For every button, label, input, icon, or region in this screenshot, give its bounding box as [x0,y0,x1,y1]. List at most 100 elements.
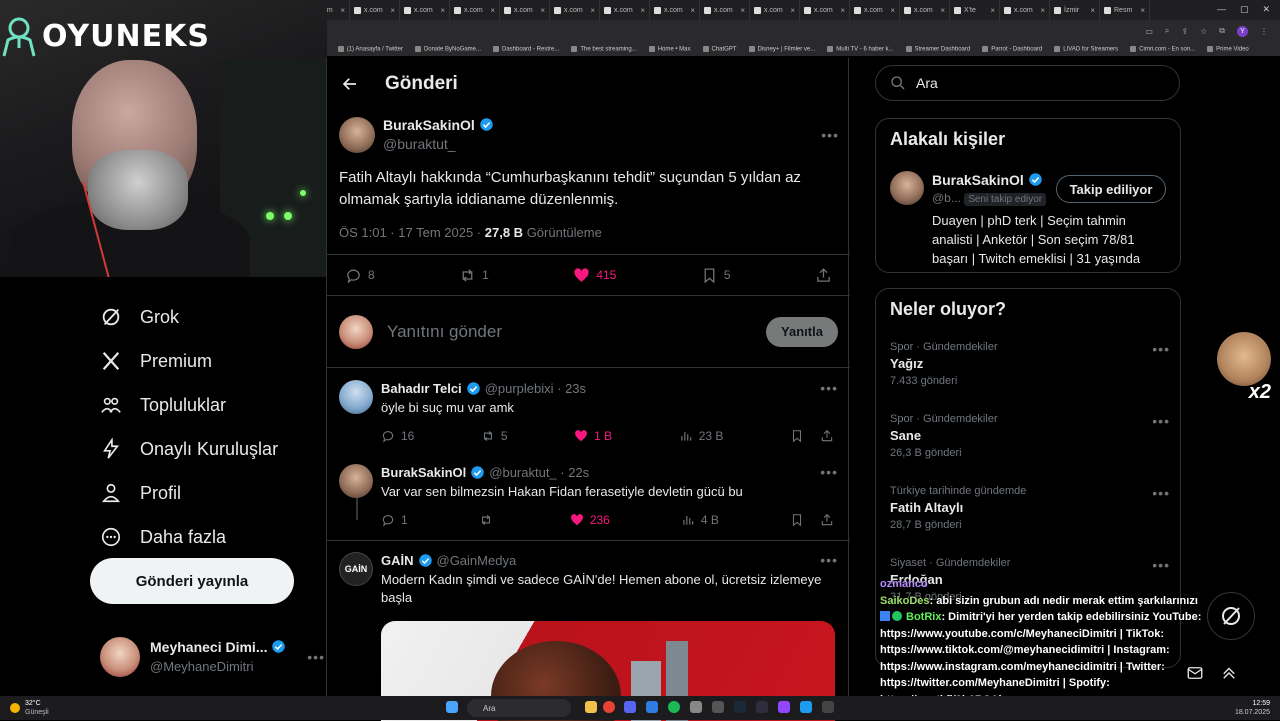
like-action[interactable]: 415 [573,267,616,284]
bookmark-icon[interactable] [790,429,804,443]
post-more-icon[interactable]: ••• [821,127,839,143]
browser-tab[interactable]: x.com × [800,0,850,20]
bookmark-item[interactable]: LIVAD for Streamers [1054,46,1118,52]
app-icon[interactable] [800,701,812,713]
trend-item[interactable]: Spor · Gündemdekiler Yağız 7.433 gönderi… [890,341,1170,387]
windows-start-icon[interactable] [446,701,458,713]
person-name[interactable]: BurakSakinOl [932,172,1024,188]
app-icon[interactable] [690,701,702,713]
browser-tab[interactable]: İzmir × [1050,0,1100,20]
avatar[interactable] [339,464,373,498]
spotify-icon[interactable] [668,701,680,713]
browser-tab[interactable]: x.com × [400,0,450,20]
browser-tab[interactable]: X'te × [950,0,1000,20]
reply-action[interactable]: 8 [345,267,375,284]
bookmark-item[interactable]: Streamer Dashboard [906,46,971,52]
browser-tab[interactable]: x.com × [750,0,800,20]
close-tab-icon[interactable]: × [1090,6,1095,15]
close-tab-icon[interactable]: × [590,6,595,15]
browser-tab[interactable]: x.com × [600,0,650,20]
views-action[interactable]: 23 B [679,429,723,443]
close-tab-icon[interactable]: × [340,6,345,15]
author-name[interactable]: BurakSakinOl [381,465,466,480]
close-icon[interactable]: ✕ [1262,4,1270,15]
avatar[interactable] [890,171,924,205]
system-clock[interactable]: 12:59 18.07.2025 [1235,699,1270,717]
avatar[interactable] [339,380,373,414]
cast-icon[interactable]: ▭ [1145,27,1153,36]
author-handle[interactable]: @purplebixi · 23s [485,381,586,396]
zoom-icon[interactable]: ⌕ [1165,26,1169,36]
views-action[interactable]: 4 B [681,513,719,527]
close-tab-icon[interactable]: × [940,6,945,15]
close-tab-icon[interactable]: × [540,6,545,15]
close-tab-icon[interactable]: × [490,6,495,15]
bookmark-star-icon[interactable]: ☆ [1200,27,1207,36]
like-action[interactable]: 1 B [574,429,612,443]
trend-more-icon[interactable]: ••• [1152,485,1170,501]
close-tab-icon[interactable]: × [440,6,445,15]
account-switcher[interactable]: Meyhaneci Dimi... @MeyhaneDimitri ••• [100,636,325,678]
browser-tab[interactable]: x.com × [1000,0,1050,20]
close-tab-icon[interactable]: × [640,6,645,15]
bookmark-item[interactable]: The best streaming... [571,46,636,52]
browser-tab[interactable]: x.com × [500,0,550,20]
chrome-icon[interactable] [603,701,615,713]
extensions-icon[interactable]: ⧉ [1219,26,1225,36]
close-tab-icon[interactable]: × [690,6,695,15]
bookmark-item[interactable]: ChatGPT [703,46,737,52]
author-name[interactable]: BurakSakinOl [383,117,475,133]
browser-menu-icon[interactable]: ⋮ [1260,27,1268,36]
account-more-icon[interactable]: ••• [307,649,325,665]
trend-more-icon[interactable]: ••• [1152,557,1170,573]
repost-action[interactable] [479,513,499,527]
author-name[interactable]: Bahadır Telci [381,381,462,396]
maximize-icon[interactable]: ▢ [1240,4,1249,15]
nav-item-profile[interactable]: Profil [100,471,320,515]
bookmark-icon[interactable] [790,513,804,527]
avatar[interactable]: GAİN [339,552,373,586]
author-handle[interactable]: @buraktut_ [383,135,813,153]
author-handle[interactable]: @buraktut_ · 22s [489,465,589,480]
bookmark-item[interactable]: Donate ByNoGame... [415,46,481,52]
weather-widget[interactable]: 32°C Güneşli [10,699,49,717]
close-tab-icon[interactable]: × [790,6,795,15]
bookmark-item[interactable]: Home • Max [649,46,691,52]
nav-item-communities[interactable]: Topluluklar [100,383,320,427]
bookmark-item[interactable]: (1) Anasayfa / Twitter [338,46,403,52]
author-name[interactable]: GAİN [381,553,414,568]
share-icon[interactable]: ⇪ [1181,27,1188,36]
avatar[interactable] [339,116,375,153]
browser-tab[interactable]: Resm × [1100,0,1150,20]
close-tab-icon[interactable]: × [1140,6,1145,15]
share-icon[interactable] [820,429,834,443]
reply-post[interactable]: BurakSakinOl @buraktut_ · 22s ••• Var va… [327,464,850,527]
discord-icon[interactable] [624,701,636,713]
twitch-icon[interactable] [778,701,790,713]
bookmark-item[interactable]: Parrot - Dashboard [982,46,1042,52]
browser-tab[interactable]: x.com × [850,0,900,20]
related-person[interactable]: BurakSakinOl @b... Seni takip ediyor [890,171,1047,209]
author-handle[interactable]: @GainMedya [437,553,517,568]
post-more-icon[interactable]: ••• [820,552,838,568]
bookmark-item[interactable]: Disney+ | Filmler ve... [749,46,816,52]
browser-tab[interactable]: x.com × [900,0,950,20]
nav-item-premium[interactable]: Premium [100,339,320,383]
share-icon[interactable] [820,513,834,527]
reply-button[interactable]: Yanıtla [766,316,838,347]
close-tab-icon[interactable]: × [1040,6,1045,15]
reply-action[interactable]: 16 [381,429,414,443]
minimize-icon[interactable]: — [1217,4,1226,15]
browser-profile-avatar[interactable]: Y [1237,25,1248,37]
repost-action[interactable]: 1 [459,267,489,284]
post-button[interactable]: Gönderi yayınla [90,558,294,604]
post-timestamp[interactable]: ÖS 1:01 · 17 Tem 2025 · [339,225,481,240]
close-tab-icon[interactable]: × [890,6,895,15]
share-action[interactable] [815,267,832,284]
browser-tab[interactable]: x.com × [450,0,500,20]
app-icon[interactable] [822,701,834,713]
close-tab-icon[interactable]: × [740,6,745,15]
bookmark-action[interactable]: 5 [701,267,731,284]
browser-tab[interactable]: x.com × [650,0,700,20]
steam-icon[interactable] [734,701,746,713]
